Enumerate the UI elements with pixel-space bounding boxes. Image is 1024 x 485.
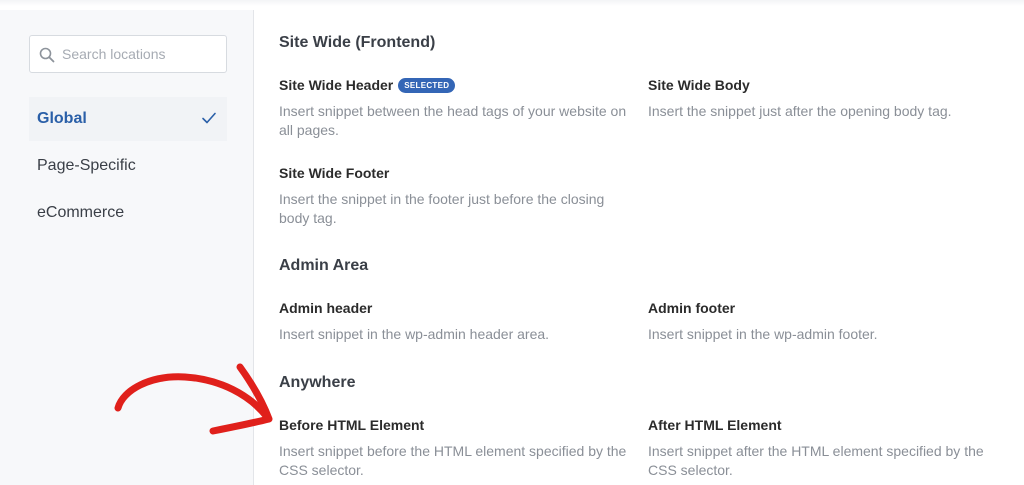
option-title: Site Wide Header SELECTED (279, 76, 629, 94)
option-title-text: Site Wide Header (279, 77, 394, 93)
option-title: Admin footer (648, 299, 988, 317)
sidebar-item-label: Global (37, 110, 87, 127)
option-description: Insert the snippet in the footer just be… (279, 191, 605, 226)
section-title-site-wide: Site Wide (Frontend) (279, 34, 436, 51)
option-site-wide-header[interactable]: Site Wide Header SELECTED Insert snippet… (279, 76, 629, 140)
sidebar-item-ecommerce[interactable]: eCommerce (29, 191, 227, 235)
annotation-arrow (114, 363, 273, 435)
sidebar-item-global[interactable]: Global (29, 97, 227, 141)
section-title-anywhere: Anywhere (279, 374, 356, 391)
locations-panel: Site Wide (Frontend) Site Wide Header SE… (254, 10, 1024, 485)
option-description: Insert snippet in the wp-admin footer. (648, 326, 878, 342)
option-description: Insert snippet between the head tags of … (279, 103, 627, 138)
sidebar-item-page-specific[interactable]: Page-Specific (29, 144, 227, 188)
option-admin-footer[interactable]: Admin footer Insert snippet in the wp-ad… (648, 299, 988, 344)
option-description: Insert the snippet just after the openin… (648, 103, 952, 119)
option-description: Insert snippet after the HTML element sp… (648, 443, 984, 478)
option-description: Insert snippet in the wp-admin header ar… (279, 326, 550, 342)
section-title-admin-area: Admin Area (279, 257, 369, 274)
option-after-html-element[interactable]: After HTML Element Insert snippet after … (648, 416, 988, 480)
option-title: After HTML Element (648, 416, 988, 434)
sidebar-item-label: Page-Specific (37, 157, 136, 174)
option-title: Site Wide Footer (279, 164, 629, 182)
option-title: Site Wide Body (648, 76, 988, 94)
option-title: Before HTML Element (279, 416, 629, 434)
option-title-text: Site Wide Body (648, 77, 750, 93)
sidebar-item-label: eCommerce (37, 204, 125, 221)
option-title-text: Admin header (279, 300, 373, 316)
option-site-wide-body[interactable]: Site Wide Body Insert the snippet just a… (648, 76, 988, 121)
option-admin-header[interactable]: Admin header Insert snippet in the wp-ad… (279, 299, 629, 344)
search-icon (39, 47, 55, 63)
option-before-html-element[interactable]: Before HTML Element Insert snippet befor… (279, 416, 629, 480)
option-site-wide-footer[interactable]: Site Wide Footer Insert the snippet in t… (279, 164, 629, 228)
option-description: Insert snippet before the HTML element s… (279, 443, 627, 478)
option-title-text: Admin footer (648, 300, 736, 316)
option-title-text: Before HTML Element (279, 417, 425, 433)
option-title: Admin header (279, 299, 629, 317)
option-title-text: After HTML Element (648, 417, 782, 433)
check-icon (202, 112, 216, 124)
page: Global Page-Specific eCommerce Site Wide… (0, 0, 1024, 485)
search-box[interactable] (29, 35, 227, 73)
top-divider (0, 0, 1024, 6)
option-title-text: Site Wide Footer (279, 165, 390, 181)
selected-badge: SELECTED (398, 77, 456, 93)
search-input[interactable] (62, 42, 220, 66)
